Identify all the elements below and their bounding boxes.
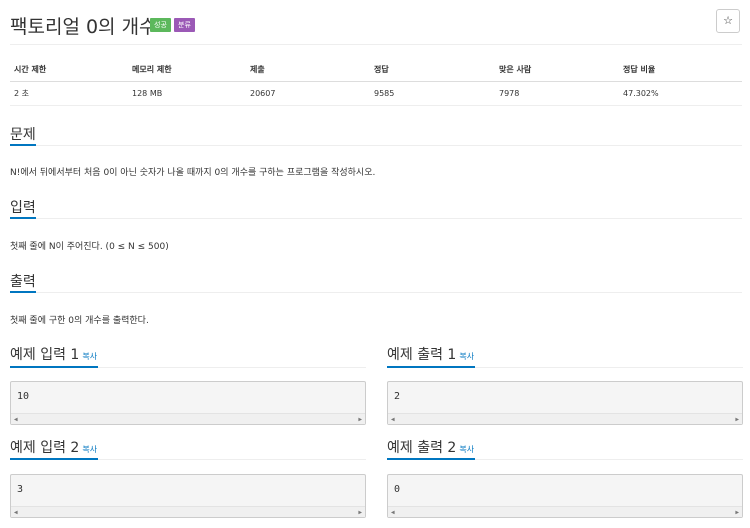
- scroll-right-icon[interactable]: ▶: [358, 509, 362, 516]
- solved-users-value: 7978: [495, 81, 619, 106]
- accuracy-value: 47.302%: [619, 81, 742, 106]
- heading-underline: [10, 291, 36, 293]
- heading-underline: [387, 366, 475, 368]
- header-memory-limit: 메모리 제한: [128, 58, 246, 82]
- sample-output-2-heading: 예제 출력 2 복사: [387, 437, 474, 457]
- sample-output-1-heading: 예제 출력 1 복사: [387, 344, 474, 364]
- divider: [10, 145, 742, 146]
- heading-underline: [10, 458, 98, 460]
- horizontal-scrollbar[interactable]: ◀ ▶: [388, 413, 742, 424]
- copy-sample-output-2-button[interactable]: 복사: [459, 445, 474, 454]
- sample-output-1-value: 2: [394, 391, 401, 402]
- sample-input-1-value: 10: [17, 391, 30, 402]
- scroll-right-icon[interactable]: ▶: [358, 416, 362, 423]
- scroll-left-icon[interactable]: ◀: [391, 509, 395, 516]
- time-limit-value: 2 초: [10, 81, 128, 106]
- sample-input-2-box[interactable]: 3 ◀ ▶: [10, 474, 366, 518]
- sample-output-1-box[interactable]: 2 ◀ ▶: [387, 381, 743, 425]
- heading-underline: [387, 458, 475, 460]
- input-section-heading: 입력: [10, 200, 36, 216]
- divider: [10, 218, 742, 219]
- sample-output-2-box[interactable]: 0 ◀ ▶: [387, 474, 743, 518]
- sample-output-2-value: 0: [394, 484, 401, 495]
- sample-input-2-value: 3: [17, 484, 24, 495]
- problem-info-table: 시간 제한 메모리 제한 제출 정답 맞은 사람 정답 비율 2 초 128 M…: [10, 58, 742, 106]
- scroll-left-icon[interactable]: ◀: [14, 416, 18, 423]
- scroll-right-icon[interactable]: ▶: [735, 416, 739, 423]
- problem-header: 팩토리얼 0의 개수 성공 분류 ☆: [10, 8, 742, 40]
- heading-underline: [10, 144, 36, 146]
- scroll-left-icon[interactable]: ◀: [391, 416, 395, 423]
- sample-input-1-heading: 예제 입력 1 복사: [10, 344, 97, 364]
- scroll-left-icon[interactable]: ◀: [14, 509, 18, 516]
- heading-underline: [10, 217, 36, 219]
- divider: [10, 44, 742, 45]
- star-button[interactable]: ☆: [716, 9, 740, 33]
- memory-limit-value: 128 MB: [128, 81, 246, 106]
- horizontal-scrollbar[interactable]: ◀ ▶: [11, 506, 365, 517]
- header-accuracy: 정답 비율: [619, 58, 742, 82]
- horizontal-scrollbar[interactable]: ◀ ▶: [11, 413, 365, 424]
- output-description: 첫째 줄에 구한 0의 개수를 출력한다.: [10, 316, 149, 326]
- submissions-value: 20607: [246, 81, 370, 106]
- input-description: 첫째 줄에 N이 주어진다. (0 ≤ N ≤ 500): [10, 242, 169, 252]
- problem-section-heading: 문제: [10, 127, 36, 143]
- problem-title: 팩토리얼 0의 개수: [10, 16, 157, 38]
- sample-output-1-title: 예제 출력 1: [387, 347, 457, 363]
- copy-sample-input-1-button[interactable]: 복사: [82, 352, 97, 361]
- header-time-limit: 시간 제한: [10, 58, 128, 82]
- header-accepted: 정답: [370, 58, 495, 82]
- header-solved-users: 맞은 사람: [495, 58, 619, 82]
- sample-output-2-title: 예제 출력 2: [387, 440, 457, 456]
- sample-input-2-heading: 예제 입력 2 복사: [10, 437, 97, 457]
- sample-input-1-box[interactable]: 10 ◀ ▶: [10, 381, 366, 425]
- scroll-right-icon[interactable]: ▶: [735, 509, 739, 516]
- problem-description: N!에서 뒤에서부터 처음 0이 아닌 숫자가 나올 때까지 0의 개수를 구하…: [10, 168, 376, 178]
- header-submissions: 제출: [246, 58, 370, 82]
- info-header-row: 시간 제한 메모리 제한 제출 정답 맞은 사람 정답 비율: [10, 58, 742, 82]
- copy-sample-output-1-button[interactable]: 복사: [459, 352, 474, 361]
- accepted-value: 9585: [370, 81, 495, 106]
- info-value-row: 2 초 128 MB 20607 9585 7978 47.302%: [10, 81, 742, 106]
- divider: [10, 292, 742, 293]
- sample-input-2-title: 예제 입력 2: [10, 440, 80, 456]
- sample-input-1-title: 예제 입력 1: [10, 347, 80, 363]
- success-badge: 성공: [150, 18, 171, 32]
- horizontal-scrollbar[interactable]: ◀ ▶: [388, 506, 742, 517]
- output-section-heading: 출력: [10, 274, 36, 290]
- category-badge[interactable]: 분류: [174, 18, 195, 32]
- heading-underline: [10, 366, 98, 368]
- copy-sample-input-2-button[interactable]: 복사: [82, 445, 97, 454]
